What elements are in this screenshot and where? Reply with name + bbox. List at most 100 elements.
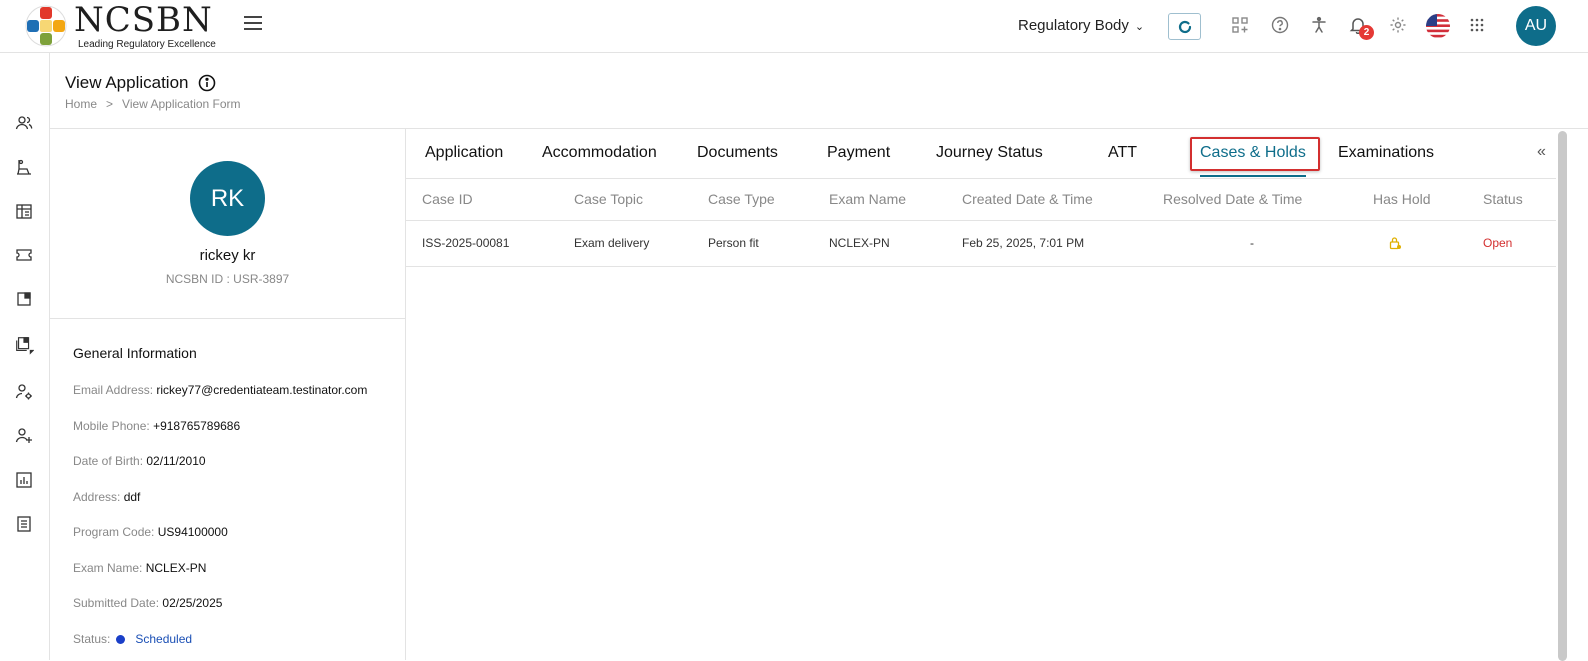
top-bar: NCSBN Leading Regulatory Excellence Regu… <box>0 0 1588 53</box>
nav-library[interactable] <box>14 335 34 355</box>
program-code-row: Program Code: US94100000 <box>73 525 228 539</box>
refresh-button[interactable] <box>1168 13 1201 40</box>
hamburger-icon <box>244 16 262 18</box>
logo-tagline: Leading Regulatory Excellence <box>78 39 216 50</box>
mobile-phone-value: +918765789686 <box>153 419 241 433</box>
tab-documents[interactable]: Documents <box>697 144 778 162</box>
column-header-case-topic[interactable]: Case Topic <box>574 191 643 207</box>
ticket-icon <box>16 249 32 261</box>
address-row: Address: ddf <box>73 490 140 504</box>
tab-accommodation[interactable]: Accommodation <box>542 144 657 162</box>
breadcrumb-separator: > <box>106 97 114 111</box>
gear-icon <box>1390 17 1406 33</box>
address-label: Address: <box>73 490 121 504</box>
case-id-cell[interactable]: ISS-2025-00081 <box>422 236 509 250</box>
nav-user-settings[interactable] <box>14 382 34 402</box>
submitted-date-label: Submitted Date: <box>73 596 160 610</box>
general-information-heading: General Information <box>73 345 197 361</box>
settings-button[interactable] <box>1387 14 1409 36</box>
tab-examinations[interactable]: Examinations <box>1338 144 1434 162</box>
user-gear-icon <box>15 384 32 400</box>
table-header-divider <box>406 220 1556 221</box>
nav-reports[interactable] <box>14 470 34 490</box>
info-icon[interactable] <box>198 74 216 92</box>
role-selector-label: Regulatory Body <box>1018 17 1129 34</box>
resolved-date-cell: - <box>1250 236 1254 250</box>
application-tabs: Application Accommodation Documents Paym… <box>406 129 1556 179</box>
email-value: rickey77@credentiateam.testinator.com <box>156 383 368 397</box>
tab-payment[interactable]: Payment <box>827 144 890 162</box>
vertical-scrollbar[interactable] <box>1558 131 1567 661</box>
column-header-case-type[interactable]: Case Type <box>708 191 775 207</box>
page-title: View Application <box>65 73 189 92</box>
column-header-created-date[interactable]: Created Date & Time <box>962 191 1093 207</box>
report-chart-icon <box>16 472 32 488</box>
nav-notes[interactable] <box>14 289 34 309</box>
breadcrumb-current: View Application Form <box>122 97 241 111</box>
menu-toggle-button[interactable] <box>244 16 262 32</box>
application-detail-panel: Application Accommodation Documents Paym… <box>406 128 1588 661</box>
date-of-birth-label: Date of Birth: <box>73 454 144 468</box>
exam-name-row: Exam Name: NCLEX-PN <box>73 561 206 575</box>
grid-plus-icon <box>1232 17 1248 33</box>
notification-count-badge: 2 <box>1359 25 1374 40</box>
note-icon <box>17 292 31 306</box>
candidate-profile-panel: RK rickey kr NCSBN ID : USR-3897 General… <box>50 128 406 660</box>
role-selector-dropdown[interactable]: Regulatory Body ⌄ <box>1018 17 1144 34</box>
nav-add-user[interactable] <box>14 426 34 446</box>
nav-candidates[interactable] <box>14 113 34 133</box>
tab-cases-and-holds[interactable]: Cases & Holds <box>1200 144 1306 162</box>
app-launcher-button[interactable] <box>1466 14 1488 36</box>
active-tab-underline <box>1200 175 1306 177</box>
lock-icon <box>1389 237 1401 250</box>
apps-add-button[interactable] <box>1229 14 1251 36</box>
logo-text: NCSBN <box>74 0 213 40</box>
seat-icon <box>17 159 31 175</box>
created-date-cell: Feb 25, 2025, 7:01 PM <box>962 236 1085 250</box>
tab-journey-status[interactable]: Journey Status <box>936 144 1043 162</box>
breadcrumb-home-link[interactable]: Home <box>65 97 97 111</box>
column-header-exam-name[interactable]: Exam Name <box>829 191 906 207</box>
address-value: ddf <box>123 490 141 504</box>
users-icon <box>15 116 33 130</box>
collapse-panel-button[interactable]: « <box>1537 143 1546 161</box>
status-row: Status: Scheduled <box>73 632 192 646</box>
dots-grid-icon <box>1470 18 1484 32</box>
status-value: Scheduled <box>135 632 193 646</box>
books-icon <box>16 337 34 355</box>
exam-name-label: Exam Name: <box>73 561 143 575</box>
help-button[interactable] <box>1269 14 1291 36</box>
nav-accommodations[interactable] <box>14 157 34 177</box>
column-header-resolved-date[interactable]: Resolved Date & Time <box>1163 191 1302 207</box>
accessibility-button[interactable] <box>1308 14 1330 36</box>
column-header-has-hold[interactable]: Has Hold <box>1373 191 1431 207</box>
candidate-avatar: RK <box>190 161 265 236</box>
tab-att[interactable]: ATT <box>1108 144 1137 162</box>
us-flag-icon <box>1426 14 1450 38</box>
chevron-down-icon: ⌄ <box>1134 21 1145 33</box>
language-selector-button[interactable] <box>1426 14 1450 38</box>
tab-application[interactable]: Application <box>425 144 503 162</box>
accessibility-icon <box>1312 16 1326 33</box>
mobile-phone-row: Mobile Phone: +918765789686 <box>73 419 240 433</box>
case-type-cell: Person fit <box>708 236 759 250</box>
column-header-status[interactable]: Status <box>1483 191 1523 207</box>
exam-name-cell: NCLEX-PN <box>829 236 890 250</box>
candidate-ncsbn-id: NCSBN ID : USR-3897 <box>165 272 290 286</box>
breadcrumb: Home > View Application Form <box>65 97 241 111</box>
ncsbn-logo[interactable]: NCSBN Leading Regulatory Excellence <box>24 0 224 50</box>
case-topic-cell: Exam delivery <box>574 236 650 250</box>
table-row-divider <box>406 266 1556 267</box>
column-header-case-id[interactable]: Case ID <box>422 191 473 207</box>
candidate-name: rickey kr <box>199 247 256 264</box>
user-avatar[interactable]: AU <box>1516 6 1556 46</box>
building-icon <box>16 204 32 219</box>
status-badge: Open <box>1483 236 1513 250</box>
help-icon <box>1271 16 1289 34</box>
nav-applications[interactable] <box>14 201 34 221</box>
refresh-icon <box>1178 20 1191 33</box>
program-code-label: Program Code: <box>73 525 155 539</box>
exam-name-value: NCLEX-PN <box>145 561 207 575</box>
nav-tickets[interactable] <box>14 245 34 265</box>
nav-logs[interactable] <box>14 514 34 534</box>
